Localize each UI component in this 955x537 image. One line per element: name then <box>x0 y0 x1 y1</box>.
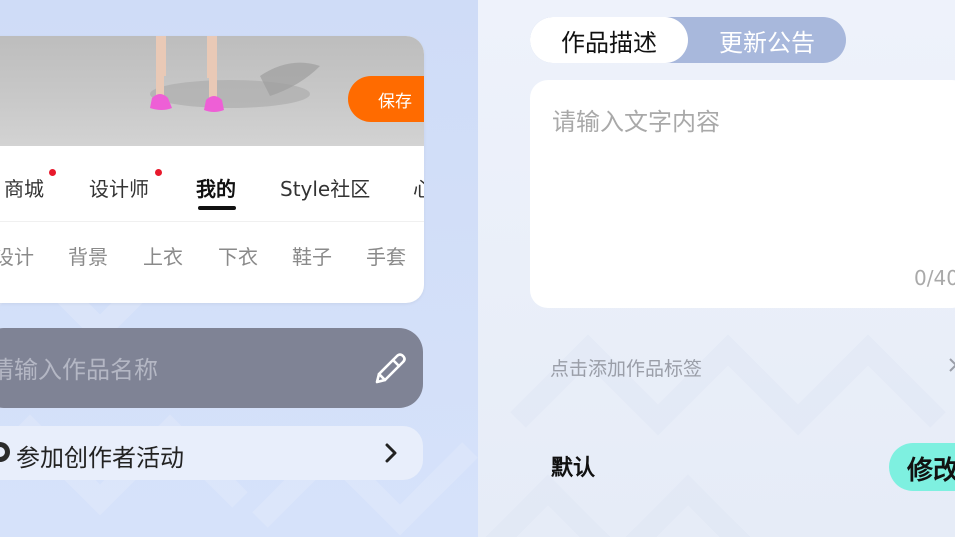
character-preview-scene[interactable]: 保存 <box>0 36 424 146</box>
save-button[interactable]: 保存 <box>348 76 424 122</box>
tab-style-community[interactable]: Style社区 <box>280 173 370 202</box>
category-shoes[interactable]: 鞋子 <box>292 241 332 270</box>
tab-work-description[interactable]: 作品描述 <box>530 17 688 63</box>
character-counter: 0/40 <box>914 266 955 290</box>
add-tags-link[interactable]: 点击添加作品标签 <box>550 354 702 381</box>
tab-mine[interactable]: 我的 <box>196 173 236 202</box>
notification-dot <box>155 169 162 176</box>
default-label: 默认 <box>551 456 596 481</box>
activity-label: 参加创作者活动 <box>16 444 184 472</box>
activity-icon <box>0 442 10 462</box>
description-placeholder: 请输入文字内容 <box>552 108 720 136</box>
active-tab-indicator <box>198 206 236 210</box>
divider <box>0 221 424 222</box>
category-background[interactable]: 背景 <box>68 241 108 270</box>
join-creator-activity-row[interactable]: 参加创作者活动 <box>0 426 423 480</box>
chevron-right-icon <box>385 443 397 463</box>
notification-dot <box>49 169 56 176</box>
description-textarea[interactable]: 请输入文字内容 0/40 <box>530 80 955 308</box>
left-pane: 保存 商城 设计师 我的 Style社区 心 设计 背景 上衣 下衣 鞋子 手套… <box>0 0 478 537</box>
work-name-input[interactable]: 请输入作品名称 <box>0 328 423 408</box>
modify-button[interactable]: 修改 <box>889 443 955 491</box>
category-bottom[interactable]: 下衣 <box>218 241 258 270</box>
tab-shop[interactable]: 商城 <box>4 173 44 202</box>
pencil-icon[interactable] <box>371 350 409 388</box>
category-tabs: 设计 背景 上衣 下衣 鞋子 手套 <box>0 241 424 271</box>
tab-designer[interactable]: 设计师 <box>89 173 149 202</box>
tab-truncated[interactable]: 心 <box>413 173 424 202</box>
tab-update-notice[interactable]: 更新公告 <box>688 17 846 63</box>
outfit-preview-card: 保存 商城 设计师 我的 Style社区 心 设计 背景 上衣 下衣 鞋子 手套 <box>0 36 424 303</box>
description-segment-control: 作品描述 更新公告 <box>530 17 846 63</box>
category-design[interactable]: 设计 <box>0 241 34 270</box>
work-name-placeholder: 请输入作品名称 <box>0 356 158 384</box>
category-gloves[interactable]: 手套 <box>366 241 406 270</box>
category-top[interactable]: 上衣 <box>143 241 183 270</box>
chevron-right-icon <box>949 358 955 372</box>
modify-button-label: 修改 <box>907 456 955 486</box>
